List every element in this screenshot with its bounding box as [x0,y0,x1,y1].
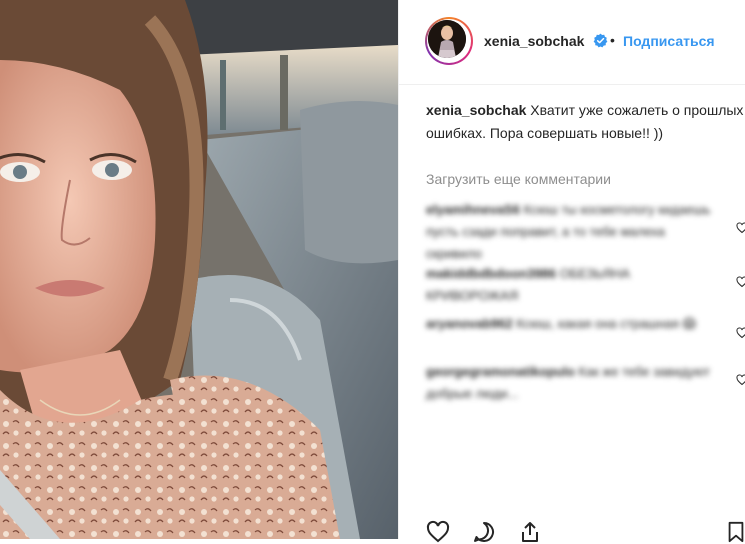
bookmark-icon[interactable] [725,520,745,544]
post-header: xenia_sobchak • Подписаться [399,0,745,85]
comment-heart-icon[interactable] [736,222,745,234]
post-sidebar: xenia_sobchak • Подписаться xenia_sobcha… [398,0,745,543]
comment-username[interactable]: elyamihnevaS6 [426,202,520,217]
post-author-username[interactable]: xenia_sobchak [484,33,584,49]
comment-text: Ксюш, какая она страшная 😱 [516,316,697,331]
avatar[interactable] [425,17,473,65]
verified-badge-icon [593,33,608,48]
post-caption: xenia_sobchak Хватит уже сожалеть о прош… [426,99,745,145]
load-more-comments-button[interactable]: Загрузить еще комментарии [426,171,611,187]
share-icon[interactable] [517,520,543,544]
comment-heart-icon[interactable] [736,374,745,386]
heart-icon[interactable] [425,520,451,544]
caption-username[interactable]: xenia_sobchak [426,102,526,118]
avatar-picture [428,20,466,58]
comment-item: elyamihnevaS6 Ксюш ты косметологу кидаеш… [426,199,716,265]
comment-item: makiddbdbdoon3986 ОБЕЗЬЯНА КРИВОРОЖАЯ [426,263,716,307]
follow-button[interactable]: Подписаться [623,33,715,49]
post-photo[interactable] [0,0,398,539]
comment-heart-icon[interactable] [736,327,745,339]
post-photo-illustration [0,0,398,539]
comment-icon[interactable] [471,520,497,544]
comment-username[interactable]: aryanovab962 [426,316,513,331]
comment-username[interactable]: georgegramonatikopulo [426,364,575,379]
comment-heart-icon[interactable] [736,276,745,288]
comment-username[interactable]: makiddbdbdoon3986 [426,266,556,281]
comment-item: georgegramonatikopulo Как же тебе завиду… [426,361,716,405]
header-separator: • [610,32,615,48]
comment-item: aryanovab962 Ксюш, какая она страшная 😱 [426,313,716,335]
